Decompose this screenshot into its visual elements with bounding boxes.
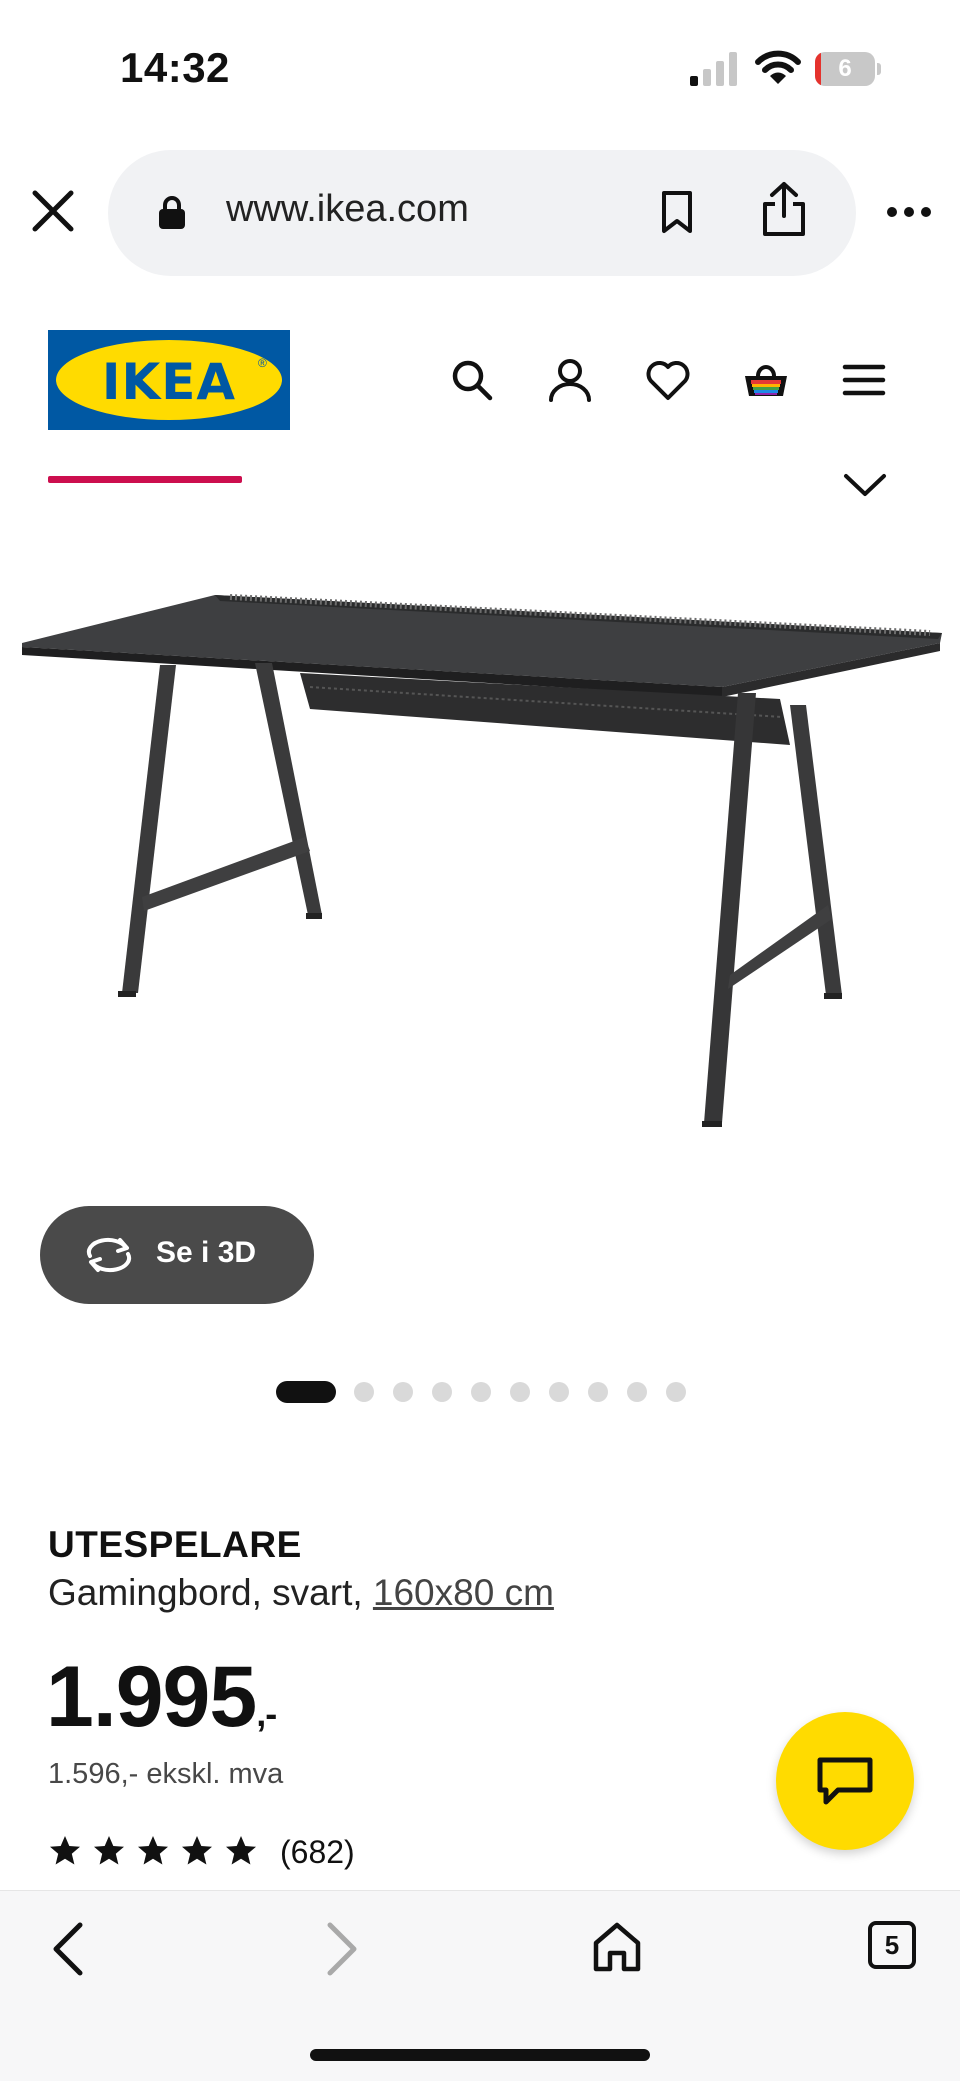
battery-level: 6 bbox=[838, 55, 852, 82]
carousel-dot[interactable] bbox=[354, 1382, 374, 1402]
close-icon[interactable] bbox=[30, 188, 76, 234]
browser-address-row: www.ikea.com bbox=[0, 148, 960, 278]
star-icon bbox=[94, 1836, 124, 1865]
product-description: Gamingbord, svart, 160x80 cm bbox=[48, 1572, 554, 1614]
price-excl-vat: 1.596,- ekskl. mva bbox=[48, 1758, 284, 1790]
back-icon[interactable] bbox=[50, 1921, 86, 1977]
url-text: www.ikea.com bbox=[226, 188, 469, 230]
address-bar[interactable]: www.ikea.com bbox=[108, 150, 856, 276]
lock-icon bbox=[159, 196, 185, 229]
wifi-icon bbox=[755, 50, 801, 84]
share-icon[interactable] bbox=[760, 180, 808, 238]
carousel-dot[interactable] bbox=[393, 1382, 413, 1402]
carousel-dot[interactable] bbox=[666, 1382, 686, 1402]
star-icon bbox=[226, 1836, 256, 1865]
home-icon[interactable] bbox=[592, 1921, 642, 1973]
browser-bottom-toolbar: 5 bbox=[0, 1890, 960, 2081]
product-image[interactable] bbox=[10, 575, 950, 1135]
account-icon[interactable] bbox=[546, 356, 594, 404]
tabs-button[interactable]: 5 bbox=[868, 1921, 916, 1969]
carousel-dot[interactable] bbox=[471, 1382, 491, 1402]
carousel-dot[interactable] bbox=[549, 1382, 569, 1402]
product-price: 1.995,- bbox=[46, 1648, 277, 1747]
price-suffix: ,- bbox=[256, 1693, 277, 1734]
status-bar: 14:32 6 bbox=[0, 0, 960, 140]
rating-count: (682) bbox=[280, 1834, 355, 1870]
carousel-dot[interactable] bbox=[510, 1382, 530, 1402]
cellular-signal-icon bbox=[690, 52, 737, 86]
ikea-logo[interactable]: IKEA ® bbox=[48, 330, 290, 430]
more-options-icon[interactable] bbox=[886, 206, 932, 218]
forward-icon[interactable] bbox=[324, 1921, 360, 1977]
status-time: 14:32 bbox=[120, 44, 230, 91]
search-icon[interactable] bbox=[448, 356, 496, 404]
bookmark-icon[interactable] bbox=[660, 190, 694, 234]
view-in-3d-label: Se i 3D bbox=[156, 1236, 257, 1269]
heart-icon[interactable] bbox=[644, 356, 692, 404]
star-icon bbox=[50, 1836, 80, 1865]
product-size-link[interactable]: 160x80 cm bbox=[373, 1572, 554, 1613]
carousel-dot-active[interactable] bbox=[276, 1381, 336, 1403]
menu-icon[interactable] bbox=[840, 356, 888, 404]
chat-button[interactable] bbox=[776, 1712, 914, 1850]
chat-icon bbox=[817, 1757, 873, 1805]
product-name: UTESPELARE bbox=[48, 1524, 302, 1565]
chevron-down-icon[interactable] bbox=[842, 470, 888, 500]
header-accent-underline bbox=[48, 476, 242, 483]
carousel-dot[interactable] bbox=[432, 1382, 452, 1402]
product-description-text: Gamingbord, svart, bbox=[48, 1572, 373, 1613]
battery-indicator: 6 bbox=[815, 52, 881, 86]
carousel-dot[interactable] bbox=[627, 1382, 647, 1402]
site-header: IKEA ® bbox=[0, 320, 960, 440]
star-icon bbox=[138, 1836, 168, 1865]
star-icon bbox=[182, 1836, 212, 1865]
basket-icon[interactable] bbox=[742, 356, 790, 404]
carousel-dot[interactable] bbox=[588, 1382, 608, 1402]
price-main: 1.995 bbox=[46, 1649, 257, 1745]
rotate-3d-icon bbox=[86, 1237, 132, 1273]
logo-wordmark: IKEA bbox=[101, 353, 237, 411]
home-indicator bbox=[310, 2049, 650, 2061]
view-in-3d-button[interactable]: Se i 3D bbox=[40, 1206, 314, 1304]
